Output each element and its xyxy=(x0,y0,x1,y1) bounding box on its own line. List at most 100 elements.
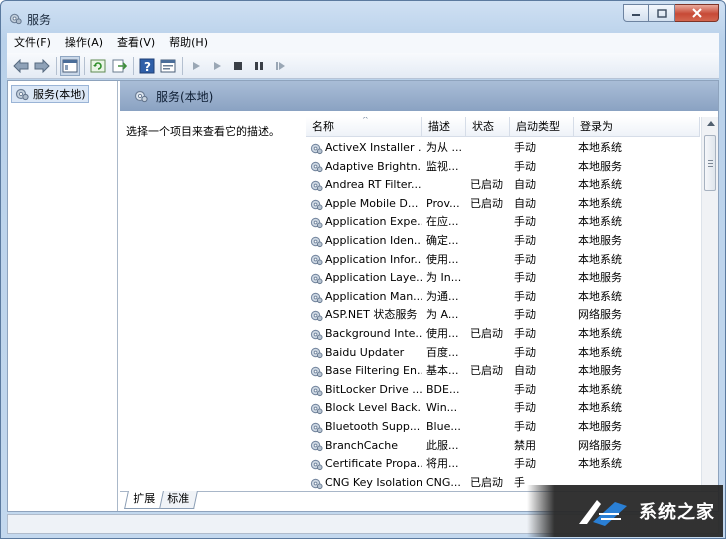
service-description: BDE... xyxy=(426,382,460,396)
service-gear-icon xyxy=(310,162,323,173)
service-startup-type: 手动 xyxy=(514,234,536,247)
service-row[interactable]: Application Iden... 确定... 手动 本地服务 xyxy=(306,232,700,251)
column-header-log-on-as[interactable]: 登录为 xyxy=(574,117,700,137)
minimize-icon xyxy=(632,14,640,16)
vertical-scrollbar[interactable] xyxy=(701,117,718,491)
watermark-text: 系统之家 xyxy=(639,502,715,523)
column-header-name[interactable]: 名称 ^ xyxy=(306,117,422,137)
back-button[interactable] xyxy=(11,56,31,76)
toolbar: ? xyxy=(7,53,719,79)
stop-service-button[interactable] xyxy=(228,56,248,76)
service-name: BitLocker Drive ... xyxy=(325,382,422,396)
show-hide-tree-button[interactable] xyxy=(60,55,80,76)
service-row[interactable]: Apple Mobile D... Prov... 已启动 自动 本地系统 xyxy=(306,195,700,214)
service-row[interactable]: Application Expe... 在应... 手动 本地系统 xyxy=(306,213,700,232)
service-row[interactable]: Base Filtering En... 基本... 已启动 自动 本地服务 xyxy=(306,362,700,381)
details-pane: 服务(本地) 选择一个项目来查看它的描述。 名称 ^ 描述 状态 启动类型 登录… xyxy=(120,81,718,511)
service-row[interactable]: Bluetooth Supp... Blue... 手动 本地服务 xyxy=(306,418,700,437)
service-name: Adaptive Brightn... xyxy=(325,159,422,173)
menu-help[interactable]: 帮助(H) xyxy=(162,33,215,53)
menu-view[interactable]: 查看(V) xyxy=(110,33,162,53)
service-gear-icon xyxy=(310,422,323,433)
service-row[interactable]: Application Infor... 使用... 手动 本地系统 xyxy=(306,251,700,270)
scrollbar-grip xyxy=(708,166,713,167)
service-gear-icon xyxy=(310,292,323,303)
service-name: Block Level Back... xyxy=(325,401,422,415)
service-row[interactable]: Andrea RT Filter... 已启动 自动 本地系统 xyxy=(306,176,700,195)
export-list-button[interactable] xyxy=(109,56,129,76)
service-row[interactable]: BitLocker Drive ... BDE... 手动 本地系统 xyxy=(306,381,700,400)
properties-button[interactable] xyxy=(158,56,178,76)
description-area: 选择一个项目来查看它的描述。 xyxy=(120,111,306,493)
scrollbar-thumb[interactable] xyxy=(704,135,716,191)
service-description: 此服... xyxy=(426,438,459,452)
forward-button[interactable] xyxy=(32,56,52,76)
service-description: 基本... xyxy=(426,364,459,378)
start-service-button[interactable] xyxy=(186,56,206,76)
service-row[interactable]: Adaptive Brightn... 监视... 手动 本地服务 xyxy=(306,158,700,177)
service-gear-icon xyxy=(310,441,323,452)
column-header-description[interactable]: 描述 xyxy=(422,117,466,137)
service-log-on-as: 本地系统 xyxy=(578,178,622,192)
service-description: 为从 ... xyxy=(426,141,462,154)
tab-standard[interactable]: 标准 xyxy=(158,491,198,509)
site-logo-icon xyxy=(579,500,627,526)
help-button[interactable]: ? xyxy=(137,56,157,76)
service-description: 使用... xyxy=(426,252,459,266)
service-gear-icon xyxy=(310,329,323,340)
services-gear-icon xyxy=(134,90,148,103)
column-header-status[interactable]: 状态 xyxy=(466,117,510,137)
pane-header: 服务(本地) xyxy=(120,81,718,111)
start-service-alt-button[interactable] xyxy=(207,56,227,76)
tree-item-services-local[interactable]: 服务(本地) xyxy=(11,85,89,103)
service-startup-type: 手动 xyxy=(514,252,536,266)
column-header-label: 描述 xyxy=(428,120,450,133)
service-log-on-as: 本地系统 xyxy=(578,252,622,266)
service-row[interactable]: BranchCache 此服... 禁用 网络服务 xyxy=(306,437,700,456)
description-prompt: 选择一个项目来查看它的描述。 xyxy=(126,125,280,138)
service-gear-icon xyxy=(310,143,323,154)
service-name-cell: Application Man... xyxy=(310,288,422,307)
service-name: Background Inte... xyxy=(325,327,422,340)
service-row[interactable]: ASP.NET 状态服务为 A... 手动 网络服务 xyxy=(306,306,700,325)
service-name: CNG Key Isolation xyxy=(325,475,422,489)
tab-extended[interactable]: 扩展 xyxy=(124,491,164,509)
service-name-cell: Application Expe... xyxy=(310,213,422,232)
menu-file[interactable]: 文件(F) xyxy=(7,33,58,53)
service-row[interactable]: Baidu Updater 百度... 手动 本地系统 xyxy=(306,344,700,363)
close-icon xyxy=(691,8,702,18)
service-name: Application Man... xyxy=(325,289,422,303)
service-description: 为 A... xyxy=(426,308,459,322)
minimize-button[interactable] xyxy=(623,4,649,22)
refresh-button[interactable] xyxy=(88,56,108,76)
title-bar[interactable]: 服务 xyxy=(1,1,725,33)
sort-ascending-icon: ^ xyxy=(362,117,369,124)
service-row[interactable]: Background Inte... 使用... 已启动 手动 本地系统 xyxy=(306,325,700,344)
stop-service-icon xyxy=(234,61,242,70)
service-name-cell: Adaptive Brightn... xyxy=(310,158,422,177)
service-row[interactable]: Application Man... 为通... 手动 本地系统 xyxy=(306,288,700,307)
service-gear-icon xyxy=(310,403,323,415)
service-startup-type: 手动 xyxy=(514,215,536,229)
service-name: Andrea RT Filter... xyxy=(325,178,422,192)
close-button[interactable] xyxy=(675,4,719,22)
service-log-on-as: 本地系统 xyxy=(578,289,622,303)
service-name: Baidu Updater xyxy=(325,345,405,359)
menu-action[interactable]: 操作(A) xyxy=(58,33,110,53)
column-header-startup-type[interactable]: 启动类型 xyxy=(510,117,574,137)
service-name-cell: Application Infor... xyxy=(310,251,422,270)
start-service-icon xyxy=(193,61,200,70)
maximize-button[interactable] xyxy=(649,4,675,22)
scroll-up-arrow-icon[interactable] xyxy=(707,121,715,126)
resume-service-button[interactable] xyxy=(270,56,290,76)
service-gear-icon xyxy=(310,236,323,247)
service-row[interactable]: Certificate Propa... 将用... 手动 本地系统 xyxy=(306,455,700,474)
help-icon: ? xyxy=(139,58,155,74)
service-startup-type: 手动 xyxy=(514,457,536,471)
pause-service-button[interactable] xyxy=(249,56,269,76)
service-row[interactable]: Application Laye... 为 In... 手动 本地服务 xyxy=(306,269,700,288)
service-name: Application Expe... xyxy=(325,215,422,229)
service-row[interactable]: Block Level Back... Win... 手动 本地系统 xyxy=(306,399,700,418)
toolbar-separator xyxy=(56,56,57,75)
service-row[interactable]: ActiveX Installer ... 为从 ... 手动 本地系统 xyxy=(306,139,700,158)
